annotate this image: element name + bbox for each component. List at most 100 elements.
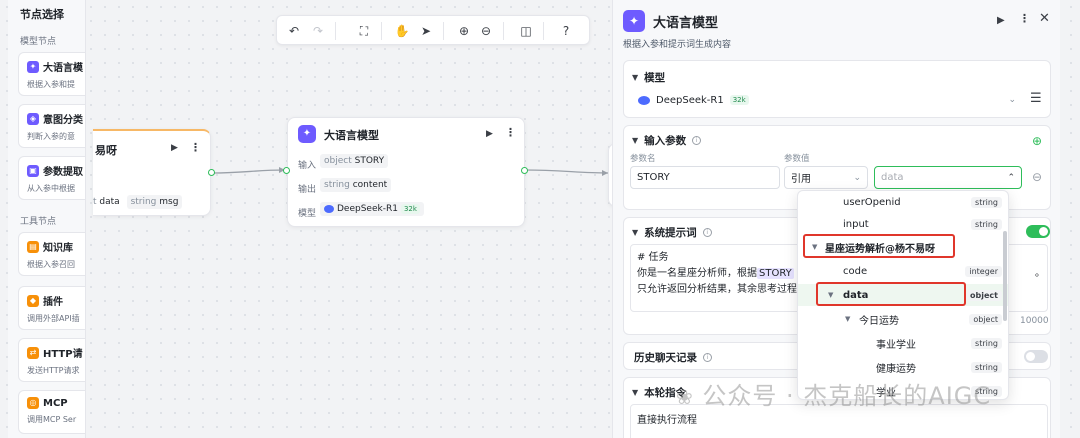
chevron-down-icon: ▼	[632, 136, 639, 145]
input-type: object	[324, 156, 352, 166]
item-name: input	[843, 218, 869, 230]
param-value-placeholder: data	[881, 172, 904, 183]
model-settings-icon[interactable]: ☰	[1030, 91, 1042, 106]
context-badge: 32k	[729, 95, 749, 105]
run-node-icon[interactable]: ▶	[171, 143, 178, 153]
col-header-name: 参数名	[630, 154, 656, 164]
char-counter: 10000	[1020, 316, 1049, 326]
system-prompt-toggle[interactable]	[1026, 225, 1050, 238]
model-select[interactable]: DeepSeek-R1 32k ⌄	[632, 89, 1022, 111]
add-param-icon[interactable]: ⊕	[1032, 134, 1042, 148]
run-node-icon[interactable]: ▶	[486, 129, 493, 139]
llm-icon: ✦	[298, 125, 316, 143]
prompt-variable: STORY	[757, 268, 794, 279]
info-icon: i	[702, 228, 712, 237]
out-name: msg	[159, 197, 179, 207]
output-port[interactable]	[521, 167, 528, 174]
field-label-model: 模型	[298, 209, 317, 219]
output-name: content	[352, 180, 388, 190]
out-name: data	[99, 197, 120, 207]
section-header[interactable]: ▼ 系统提示词 i	[632, 225, 712, 240]
output-tag: string msg	[126, 195, 183, 209]
deepseek-icon	[324, 205, 334, 213]
output-tag: string content	[320, 178, 392, 192]
field-label-input: 输入	[298, 161, 317, 171]
item-name: 今日运势	[859, 315, 899, 327]
wechat-icon: ❀	[676, 385, 694, 409]
llm-icon: ✦	[623, 10, 645, 32]
section-header[interactable]: ▼ 输入参数 i	[632, 133, 702, 148]
output-type: string	[324, 180, 350, 190]
section-title: 系统提示词	[644, 227, 697, 239]
model-name: DeepSeek-R1	[656, 94, 724, 106]
input-tag: object STORY	[320, 154, 389, 168]
prompt-text: 你是一名星座分析师，根据	[637, 268, 757, 279]
edge-llm-to-right	[524, 169, 609, 174]
param-name-input[interactable]: STORY	[630, 166, 780, 189]
run-node-icon[interactable]: ▶	[997, 15, 1005, 26]
dropdown-item[interactable]: 健康运势 string	[798, 356, 1008, 378]
item-type: object	[966, 289, 1002, 301]
current-prompt-text: 直接执行流程	[637, 415, 697, 426]
info-icon: i	[692, 136, 702, 145]
section-header[interactable]: ▼ 模型	[632, 70, 665, 85]
input-name: STORY	[354, 156, 385, 166]
item-type: string	[971, 218, 1002, 230]
field-label-output: 输出	[298, 185, 317, 195]
chevron-down-icon: ⌄	[853, 172, 861, 183]
section-title: 输入参数	[644, 135, 687, 147]
out-type: t	[93, 197, 97, 207]
model-tag: DeepSeek-R1 32k	[320, 202, 424, 216]
col-header-value: 参数值	[784, 154, 810, 164]
watermark: ❀ 公众号 · 杰克船长的AIGC	[676, 376, 991, 411]
watermark-text: 公众号 · 杰克船长的AIGC	[702, 382, 992, 410]
output-port[interactable]	[208, 169, 215, 176]
dropdown-scrollbar[interactable]	[1003, 231, 1007, 321]
prompt-text: 只允许返回分析结果，其余思考过程	[637, 284, 797, 295]
history-toggle[interactable]	[1024, 350, 1048, 363]
close-icon[interactable]: ✕	[1039, 11, 1050, 26]
chevron-down-icon: ▼	[632, 73, 639, 82]
item-type: string	[971, 337, 1002, 349]
panel-title: 大语言模型	[653, 16, 719, 31]
edge-left-to-llm	[211, 169, 286, 174]
highlight-box-group	[803, 234, 955, 258]
more-icon[interactable]: ⋮	[1019, 12, 1030, 25]
section-header: 历史聊天记录 i	[634, 350, 712, 365]
param-value-select[interactable]: data ⌃	[874, 166, 1022, 189]
source-node[interactable]: 易呀 ▶ ⋮ t data string msg	[93, 129, 211, 216]
input-port[interactable]	[283, 167, 290, 174]
remove-param-icon[interactable]: ⊖	[1032, 170, 1042, 184]
dropdown-item[interactable]: code integer	[798, 260, 1008, 282]
panel-description: 根据入参和提示词生成内容	[623, 40, 732, 50]
item-name: code	[843, 265, 868, 277]
chevron-down-icon: ▼	[845, 315, 851, 323]
item-type: string	[971, 196, 1002, 208]
section-title: 模型	[644, 72, 666, 84]
context-badge: 32k	[400, 204, 420, 214]
item-type: string	[971, 361, 1002, 373]
dropdown-item[interactable]: ▼ 今日运势 object	[798, 308, 1008, 330]
ref-mode-value: 引用	[791, 174, 811, 185]
deepseek-icon	[638, 95, 650, 105]
section-title: 历史聊天记录	[634, 352, 697, 364]
more-icon[interactable]: ⋮	[190, 141, 201, 154]
model-section: ▼ 模型 DeepSeek-R1 32k ⌄ ☰	[623, 60, 1051, 118]
dropdown-item[interactable]: input string	[798, 213, 1008, 235]
item-name: 事业学业	[876, 339, 916, 351]
item-name: 健康运势	[876, 363, 916, 375]
item-type: object	[969, 313, 1002, 325]
item-type: integer	[965, 265, 1002, 277]
ref-mode-select[interactable]: 引用 ⌄	[784, 166, 868, 189]
chevron-up-icon: ⌃	[1007, 172, 1015, 183]
llm-node[interactable]: ✦ 大语言模型 ▶ ⋮ 输入 object STORY 输出 string co…	[287, 117, 525, 227]
highlight-box-data	[816, 282, 966, 306]
more-icon[interactable]: ⋮	[505, 126, 516, 139]
dropdown-item[interactable]: userOpenid string	[798, 191, 1008, 213]
param-name-value: STORY	[637, 172, 670, 183]
dropdown-item[interactable]: 事业学业 string	[798, 332, 1008, 354]
prompt-text: 。	[1035, 268, 1045, 279]
node-title: 大语言模型	[324, 129, 379, 142]
node-title: 易呀	[95, 144, 117, 157]
chevron-down-icon: ⌄	[1008, 95, 1016, 105]
